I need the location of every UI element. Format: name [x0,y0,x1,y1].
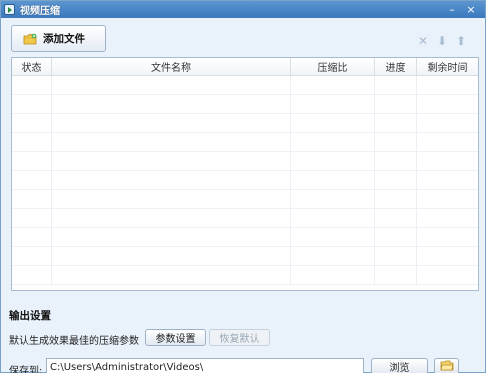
empty-row [12,266,478,285]
remove-icon[interactable]: ✕ [415,34,431,48]
table-body[interactable] [12,76,478,290]
column-header-filename[interactable]: 文件名称 [52,58,291,75]
move-down-icon[interactable]: ⬇ [434,34,450,48]
move-up-icon[interactable]: ⬆ [453,34,469,48]
restore-default-button[interactable]: 恢复默认 [209,329,270,346]
list-tools: ✕ ⬇ ⬆ [412,34,469,48]
empty-row [12,114,478,133]
column-header-progress[interactable]: 进度 [375,58,417,75]
empty-row [12,247,478,266]
params-settings-button[interactable]: 参数设置 [145,329,206,346]
app-icon [4,4,15,15]
output-settings-heading: 输出设置 [9,310,51,322]
open-folder-button[interactable] [434,358,459,373]
close-icon[interactable]: × [463,2,479,16]
add-file-button[interactable]: 添加文件 [11,25,106,52]
window-controls: – × [441,2,479,16]
minimize-icon[interactable]: – [444,2,460,16]
column-header-ratio[interactable]: 压缩比 [291,58,375,75]
window-title: 视频压缩 [20,6,60,17]
empty-row [12,152,478,171]
file-list-table[interactable]: 状态 文件名称 压缩比 进度 剩余时间 [11,57,479,291]
empty-row [12,76,478,95]
empty-row [12,209,478,228]
open-folder-icon [440,360,454,373]
column-header-status[interactable]: 状态 [12,58,52,75]
empty-row [12,190,478,209]
column-header-remaining-time[interactable]: 剩余时间 [417,58,478,75]
empty-row [12,228,478,247]
video-compress-window: 视频压缩 – × 添加文件 ✕ ⬇ ⬆ 状态 文件名称 压缩比 进度 剩余时间 [0,0,486,373]
empty-row [12,171,478,190]
empty-row [12,133,478,152]
table-header: 状态 文件名称 压缩比 进度 剩余时间 [12,58,478,76]
save-path-input[interactable] [46,358,364,373]
save-to-label: 保存到: [9,366,43,373]
default-params-text: 默认生成效果最佳的压缩参数 [9,336,139,347]
browse-button[interactable]: 浏览 [371,358,428,373]
empty-row [12,95,478,114]
add-file-label: 添加文件 [43,33,85,45]
title-bar[interactable]: 视频压缩 – × [1,1,485,18]
add-folder-icon [23,33,37,45]
